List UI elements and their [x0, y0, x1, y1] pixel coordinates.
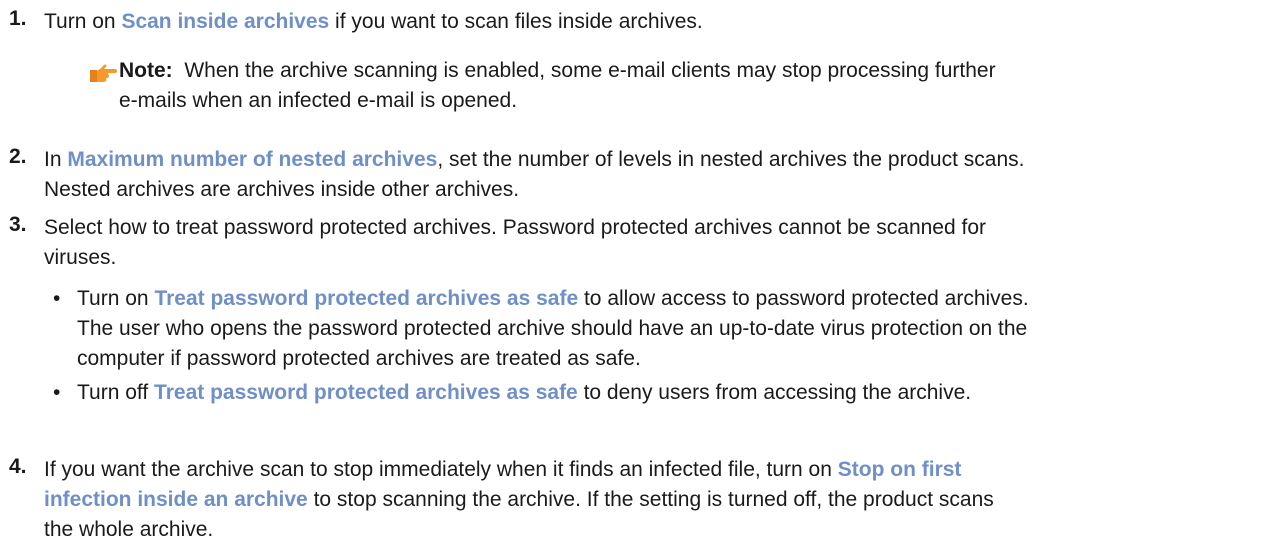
note-line: When the archive scanning is enabled, so…: [184, 59, 996, 82]
bullet-text: The user who opens the password protecte…: [77, 317, 1028, 340]
note-line: e-mails when an infected e-mail is opene…: [119, 89, 518, 112]
step-text: to stop scanning the archive. If the set…: [307, 488, 994, 511]
step-text: If you want the archive scan to stop imm…: [44, 458, 838, 481]
step-text: , set the number of levels in nested arc…: [437, 148, 1025, 171]
step-number: 3.: [9, 213, 27, 236]
bullet-text: to allow access to password protected ar…: [578, 287, 1029, 310]
ui-term: Maximum number of nested archives: [67, 148, 438, 171]
step-number: 2.: [9, 145, 27, 168]
step-text: In: [44, 148, 68, 171]
step-text: viruses.: [44, 246, 117, 269]
ui-term: infection inside an archive: [44, 488, 308, 511]
ui-term: Scan inside archives: [121, 10, 330, 33]
step-text: the whole archive.: [44, 518, 214, 541]
step-text: Nested archives are archives inside othe…: [44, 178, 520, 201]
step-text: if you want to scan files inside archive…: [329, 10, 703, 33]
step-number: 1.: [9, 7, 27, 30]
bullet-text: to deny users from accessing the archive…: [577, 381, 972, 404]
bullet-text: Turn off: [77, 381, 155, 404]
step-number: 4.: [9, 455, 27, 478]
step-text: Select how to treat password protected a…: [44, 216, 987, 239]
bullet-dot: •: [53, 287, 61, 310]
ui-term: Treat password protected archives as saf…: [154, 287, 579, 310]
ui-term: Stop on first: [837, 458, 962, 481]
bullet-text: computer if password protected archives …: [77, 347, 641, 370]
pointing-hand-icon: [88, 62, 118, 84]
step-text: Turn on: [44, 10, 122, 33]
ui-term: Treat password protected archives as saf…: [154, 381, 578, 404]
bullet-text: Turn on: [77, 287, 155, 310]
bullet-dot: •: [53, 381, 61, 404]
note-label: Note:: [119, 59, 173, 82]
